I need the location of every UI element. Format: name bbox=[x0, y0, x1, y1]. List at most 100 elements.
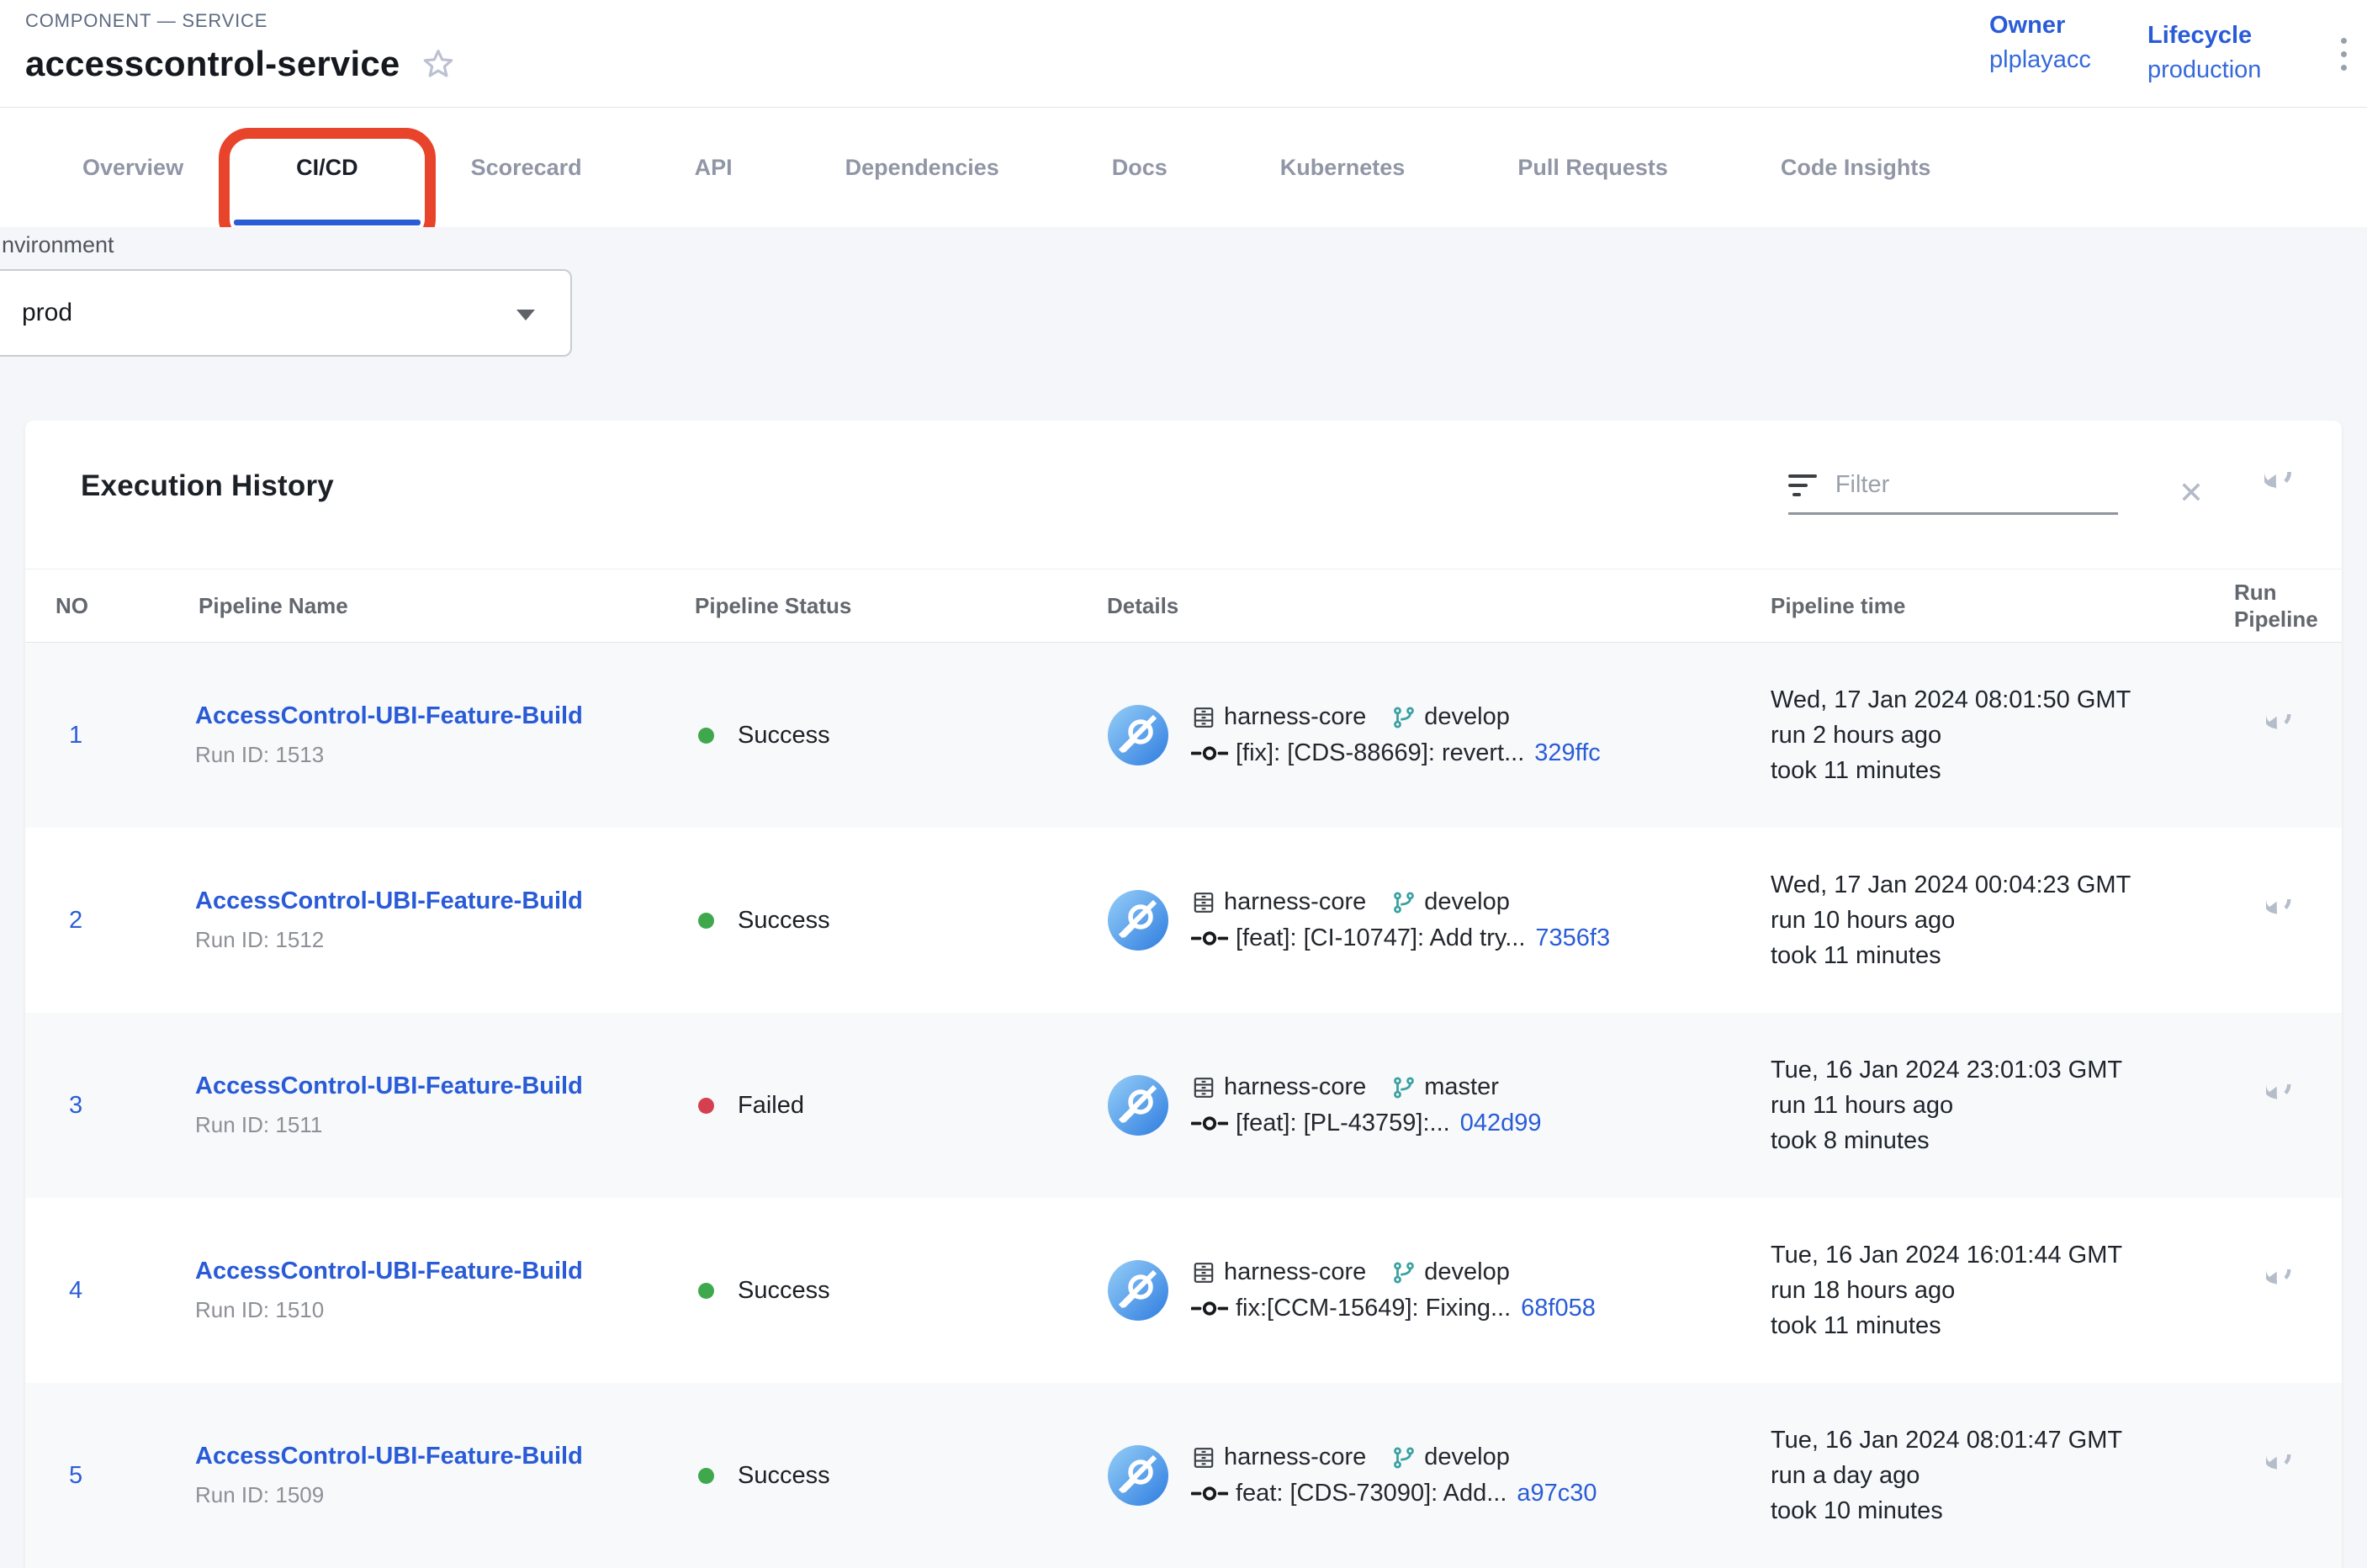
status-label: Failed bbox=[738, 1092, 804, 1120]
commit-hash-link[interactable]: a97c30 bbox=[1517, 1480, 1597, 1507]
row-number: 3 bbox=[25, 1092, 193, 1120]
page-title: accesscontrol-service bbox=[25, 44, 400, 84]
pipeline-time: Tue, 16 Jan 2024 08:01:47 GMT run a day … bbox=[1766, 1422, 2229, 1528]
repository-icon bbox=[1191, 1260, 1216, 1285]
commit-message: feat: [CDS-73090]: Add... bbox=[1236, 1480, 1507, 1507]
branch-name: develop bbox=[1424, 703, 1510, 731]
run-pipeline-icon[interactable] bbox=[2266, 714, 2305, 753]
reset-refresh-icon[interactable] bbox=[2264, 472, 2306, 514]
more-options-kebab-icon[interactable] bbox=[2327, 27, 2360, 81]
table-row: 1 AccessControl-UBI-Feature-Build Run ID… bbox=[25, 643, 2342, 828]
commit-hash-link[interactable]: 68f058 bbox=[1521, 1295, 1596, 1322]
git-branch-icon bbox=[1391, 705, 1416, 730]
status-label: Success bbox=[738, 722, 830, 750]
filter-icon bbox=[1788, 474, 1817, 496]
table-row: 3 AccessControl-UBI-Feature-Build Run ID… bbox=[25, 1013, 2342, 1198]
run-id: Run ID: 1512 bbox=[195, 927, 690, 953]
commit-hash-link[interactable]: 7356f3 bbox=[1535, 924, 1610, 952]
pipeline-time: Tue, 16 Jan 2024 23:01:03 GMT run 11 hou… bbox=[1766, 1052, 2229, 1158]
tab-pull-requests[interactable]: Pull Requests bbox=[1489, 108, 1697, 227]
status-label: Success bbox=[738, 1277, 830, 1305]
status-dot bbox=[698, 1098, 714, 1114]
status-label: Success bbox=[738, 1462, 830, 1490]
git-branch-icon bbox=[1391, 1260, 1416, 1285]
pipeline-name-link[interactable]: AccessControl-UBI-Feature-Build bbox=[195, 1073, 583, 1100]
pipeline-name-link[interactable]: AccessControl-UBI-Feature-Build bbox=[195, 702, 583, 730]
row-number: 1 bbox=[25, 722, 193, 750]
harness-ci-module-icon[interactable] bbox=[1107, 1259, 1169, 1322]
breadcrumb: COMPONENT — SERVICE bbox=[25, 10, 267, 32]
git-commit-icon bbox=[1191, 1113, 1228, 1134]
run-pipeline-icon[interactable] bbox=[2266, 899, 2305, 938]
git-commit-icon bbox=[1191, 1483, 1228, 1504]
tab-docs[interactable]: Docs bbox=[1083, 108, 1196, 227]
pipeline-time: Wed, 17 Jan 2024 00:04:23 GMT run 10 hou… bbox=[1766, 867, 2229, 973]
commit-message: fix:[CCM-15649]: Fixing... bbox=[1236, 1295, 1511, 1322]
git-commit-icon bbox=[1191, 743, 1228, 764]
table-header-row: NO Pipeline Name Pipeline Status Details… bbox=[25, 569, 2342, 643]
environment-select[interactable]: prod bbox=[0, 269, 572, 357]
pipeline-name-link[interactable]: AccessControl-UBI-Feature-Build bbox=[195, 1443, 583, 1470]
repository-icon bbox=[1191, 1445, 1216, 1470]
col-details: Details bbox=[1102, 593, 1766, 619]
table-row: 2 AccessControl-UBI-Feature-Build Run ID… bbox=[25, 828, 2342, 1013]
branch-name: develop bbox=[1424, 1444, 1510, 1471]
filter-field[interactable] bbox=[1788, 471, 2118, 515]
table-row: 5 AccessControl-UBI-Feature-Build Run ID… bbox=[25, 1383, 2342, 1568]
col-no: NO bbox=[25, 593, 193, 619]
harness-ci-module-icon[interactable] bbox=[1107, 889, 1169, 951]
col-pipeline-name: Pipeline Name bbox=[193, 593, 690, 619]
commit-message: [feat]: [PL-43759]:... bbox=[1236, 1110, 1450, 1137]
environment-label: nvironment bbox=[2, 232, 114, 258]
pipeline-time: Wed, 17 Jan 2024 08:01:50 GMT run 2 hour… bbox=[1766, 682, 2229, 788]
col-pipeline-status: Pipeline Status bbox=[690, 593, 1102, 619]
commit-message: [feat]: [CI-10747]: Add try... bbox=[1236, 924, 1525, 952]
harness-ci-module-icon[interactable] bbox=[1107, 704, 1169, 766]
tab-kubernetes[interactable]: Kubernetes bbox=[1252, 108, 1434, 227]
repo-name: harness-core bbox=[1224, 1258, 1366, 1286]
git-branch-icon bbox=[1391, 1075, 1416, 1100]
owner-value-link[interactable]: plplayacc bbox=[1989, 46, 2091, 74]
status-dot bbox=[698, 913, 714, 929]
tab-scorecard[interactable]: Scorecard bbox=[442, 108, 611, 227]
execution-history-title: Execution History bbox=[81, 469, 334, 503]
favorite-star-icon[interactable] bbox=[421, 47, 455, 81]
run-pipeline-icon[interactable] bbox=[2266, 1269, 2305, 1308]
tab-api[interactable]: API bbox=[666, 108, 761, 227]
commit-hash-link[interactable]: 042d99 bbox=[1460, 1110, 1542, 1137]
branch-name: develop bbox=[1424, 888, 1510, 916]
run-id: Run ID: 1509 bbox=[195, 1482, 690, 1508]
tab-code-insights[interactable]: Code Insights bbox=[1752, 108, 1960, 227]
pipeline-time: Tue, 16 Jan 2024 16:01:44 GMT run 18 hou… bbox=[1766, 1237, 2229, 1343]
repository-icon bbox=[1191, 1075, 1216, 1100]
clear-filter-icon[interactable]: ✕ bbox=[2179, 478, 2204, 508]
repo-name: harness-core bbox=[1224, 1444, 1366, 1471]
git-commit-icon bbox=[1191, 928, 1228, 949]
git-commit-icon bbox=[1191, 1298, 1228, 1319]
status-dot bbox=[698, 728, 714, 744]
tab-dependencies[interactable]: Dependencies bbox=[817, 108, 1028, 227]
commit-message: [fix]: [CDS-88669]: revert... bbox=[1236, 739, 1524, 767]
harness-ci-module-icon[interactable] bbox=[1107, 1074, 1169, 1136]
repository-icon bbox=[1191, 705, 1216, 730]
branch-name: develop bbox=[1424, 1258, 1510, 1286]
row-number: 4 bbox=[25, 1277, 193, 1305]
entity-header: COMPONENT — SERVICE accesscontrol-servic… bbox=[0, 0, 2367, 108]
repo-name: harness-core bbox=[1224, 1073, 1366, 1101]
pipeline-name-link[interactable]: AccessControl-UBI-Feature-Build bbox=[195, 887, 583, 915]
run-id: Run ID: 1513 bbox=[195, 742, 690, 768]
harness-ci-module-icon[interactable] bbox=[1107, 1444, 1169, 1507]
tab-overview[interactable]: Overview bbox=[54, 108, 212, 227]
filter-input[interactable] bbox=[1835, 471, 2153, 499]
run-pipeline-icon[interactable] bbox=[2266, 1454, 2305, 1493]
commit-hash-link[interactable]: 329ffc bbox=[1534, 739, 1600, 767]
tab-bar: Overview CI/CD Scorecard API Dependencie… bbox=[0, 108, 2367, 227]
owner-label: Owner bbox=[1989, 12, 2091, 40]
repo-name: harness-core bbox=[1224, 703, 1366, 731]
run-pipeline-icon[interactable] bbox=[2266, 1084, 2305, 1123]
tab-cicd[interactable]: CI/CD bbox=[267, 108, 387, 227]
pipeline-name-link[interactable]: AccessControl-UBI-Feature-Build bbox=[195, 1258, 583, 1285]
environment-selected-value: prod bbox=[22, 299, 72, 327]
repository-icon bbox=[1191, 890, 1216, 915]
table-row: 4 AccessControl-UBI-Feature-Build Run ID… bbox=[25, 1198, 2342, 1383]
